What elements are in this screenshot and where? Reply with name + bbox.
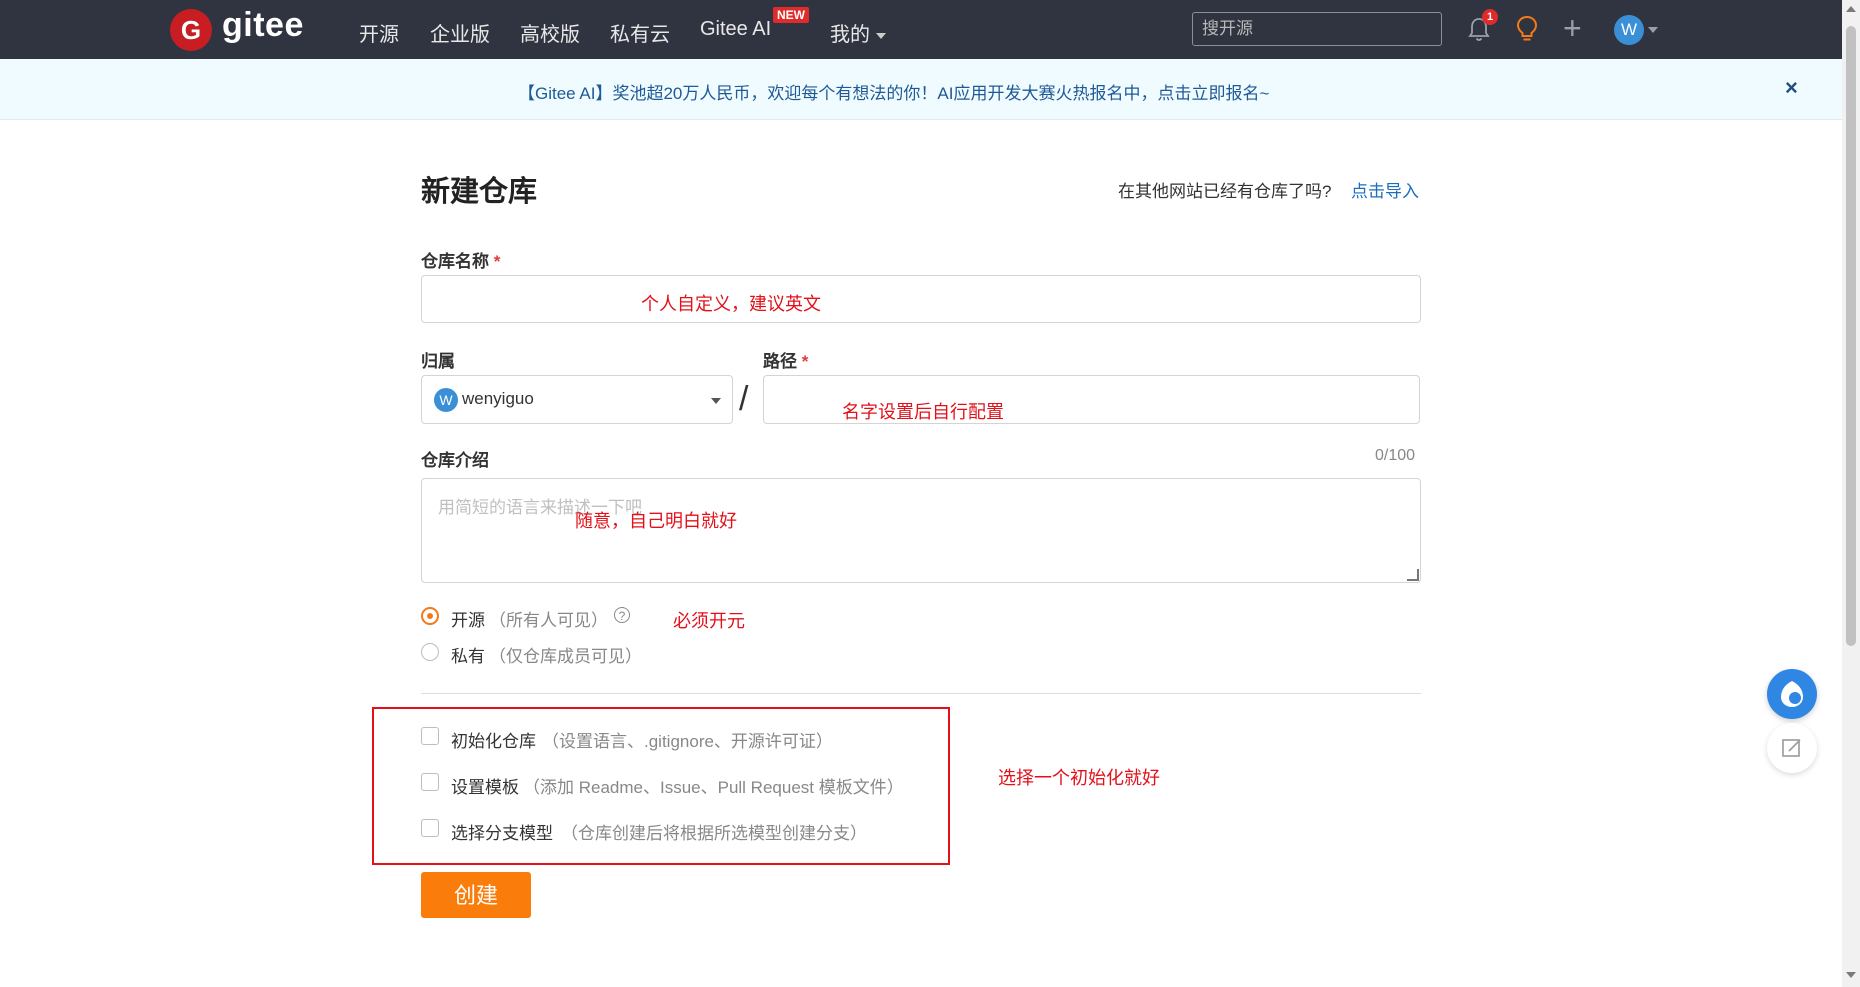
repo-name-input[interactable] [421, 275, 1421, 323]
owner-label: 归属 [421, 352, 455, 371]
path-label: 路径 * [763, 347, 808, 372]
desc-char-counter: 0/100 [1375, 447, 1416, 464]
scroll-down-arrow-icon[interactable] [1846, 972, 1856, 978]
brand-name[interactable]: gitee [222, 6, 304, 45]
path-separator: / [739, 380, 749, 418]
radio-private[interactable] [421, 643, 439, 661]
nav-item-mine-label: 我的 [830, 24, 870, 46]
nav-item-enterprise[interactable]: 企业版 [430, 18, 490, 47]
checkbox-init-repo[interactable] [421, 727, 439, 745]
checkbox-branch-model-label[interactable]: 选择分支模型 [451, 819, 553, 844]
nav-item-open-source[interactable]: 开源 [359, 18, 399, 47]
owner-avatar: W [434, 388, 458, 412]
required-mark: * [493, 252, 501, 271]
checkbox-template[interactable] [421, 773, 439, 791]
checkbox-branch-model-hint: （仓库创建后将根据所选模型创建分支） [561, 824, 867, 843]
path-label-text: 路径 [763, 352, 797, 371]
radio-public[interactable] [421, 607, 439, 625]
nav-item-private-cloud[interactable]: 私有云 [610, 18, 670, 47]
nav-item-gitee-ai[interactable]: Gitee AI [700, 18, 771, 41]
new-badge: NEW [773, 7, 809, 23]
annotation-path: 名字设置后自行配置 [842, 402, 1004, 422]
import-link[interactable]: 点击导入 [1351, 177, 1419, 202]
desc-textarea[interactable] [421, 478, 1421, 583]
assistant-float-button[interactable] [1767, 669, 1817, 719]
radio-private-label[interactable]: 私有 [451, 642, 485, 667]
page-title: 新建仓库 [421, 176, 538, 208]
create-button[interactable]: 创建 [421, 872, 531, 918]
repo-name-label-text: 仓库名称 [421, 252, 489, 271]
section-divider [421, 693, 1421, 694]
annotation-repo-name: 个人自定义，建议英文 [641, 294, 821, 314]
required-mark: * [801, 352, 809, 371]
annotation-init: 选择一个初始化就好 [998, 768, 1160, 788]
gitee-logo-icon[interactable]: G [170, 9, 212, 51]
help-icon[interactable]: ? [614, 607, 630, 623]
resize-handle-icon[interactable] [1407, 569, 1419, 581]
desc-label: 仓库介绍 [421, 451, 489, 470]
repo-name-label: 仓库名称 * [421, 247, 500, 272]
scrollbar-thumb[interactable] [1846, 26, 1856, 646]
chevron-down-icon [876, 32, 886, 39]
avatar-chevron-down-icon[interactable] [1648, 27, 1658, 33]
owner-value: wenyiguo [462, 389, 534, 408]
announcement-banner: 【Gitee AI】奖池超20万人民币，欢迎每个有想法的你！AI应用开发大赛火热… [0, 59, 1842, 120]
feedback-float-button[interactable] [1767, 723, 1817, 773]
banner-link[interactable]: 【Gitee AI】奖池超20万人民币，欢迎每个有想法的你！AI应用开发大赛火热… [518, 79, 1269, 104]
plus-icon[interactable]: + [1563, 10, 1582, 47]
search-input[interactable] [1192, 12, 1442, 46]
import-question: 在其他网站已经有仓库了吗? [1118, 182, 1332, 201]
close-icon[interactable]: × [1785, 75, 1798, 101]
edit-icon [1782, 739, 1801, 757]
lightbulb-icon[interactable] [1515, 15, 1539, 43]
radio-private-hint: （仅仓库成员可见） [489, 647, 642, 666]
checkbox-init-repo-label[interactable]: 初始化仓库 [451, 727, 536, 752]
checkbox-template-hint: （添加 Readme、Issue、Pull Request 模板文件） [523, 778, 904, 797]
assistant-icon [1781, 681, 1803, 707]
nav-item-mine[interactable]: 我的 [830, 18, 886, 47]
radio-public-hint: （所有人可见） [489, 611, 608, 630]
checkbox-init-repo-hint: （设置语言、.gitignore、开源许可证） [542, 732, 833, 751]
owner-dropdown-chevron-icon[interactable] [711, 398, 721, 404]
checkbox-branch-model[interactable] [421, 819, 439, 837]
scroll-up-arrow-icon[interactable] [1846, 6, 1856, 12]
notification-count-badge: 1 [1482, 9, 1498, 25]
checkbox-template-label[interactable]: 设置模板 [451, 773, 519, 798]
radio-public-label[interactable]: 开源 [451, 606, 485, 631]
annotation-visibility: 必须开元 [673, 611, 745, 631]
annotation-desc: 随意，自己明白就好 [575, 511, 737, 531]
nav-item-education[interactable]: 高校版 [520, 18, 580, 47]
top-navbar: G gitee 开源 企业版 高校版 私有云 Gitee AI NEW 我的 1… [0, 0, 1842, 59]
user-avatar[interactable]: W [1614, 15, 1644, 45]
